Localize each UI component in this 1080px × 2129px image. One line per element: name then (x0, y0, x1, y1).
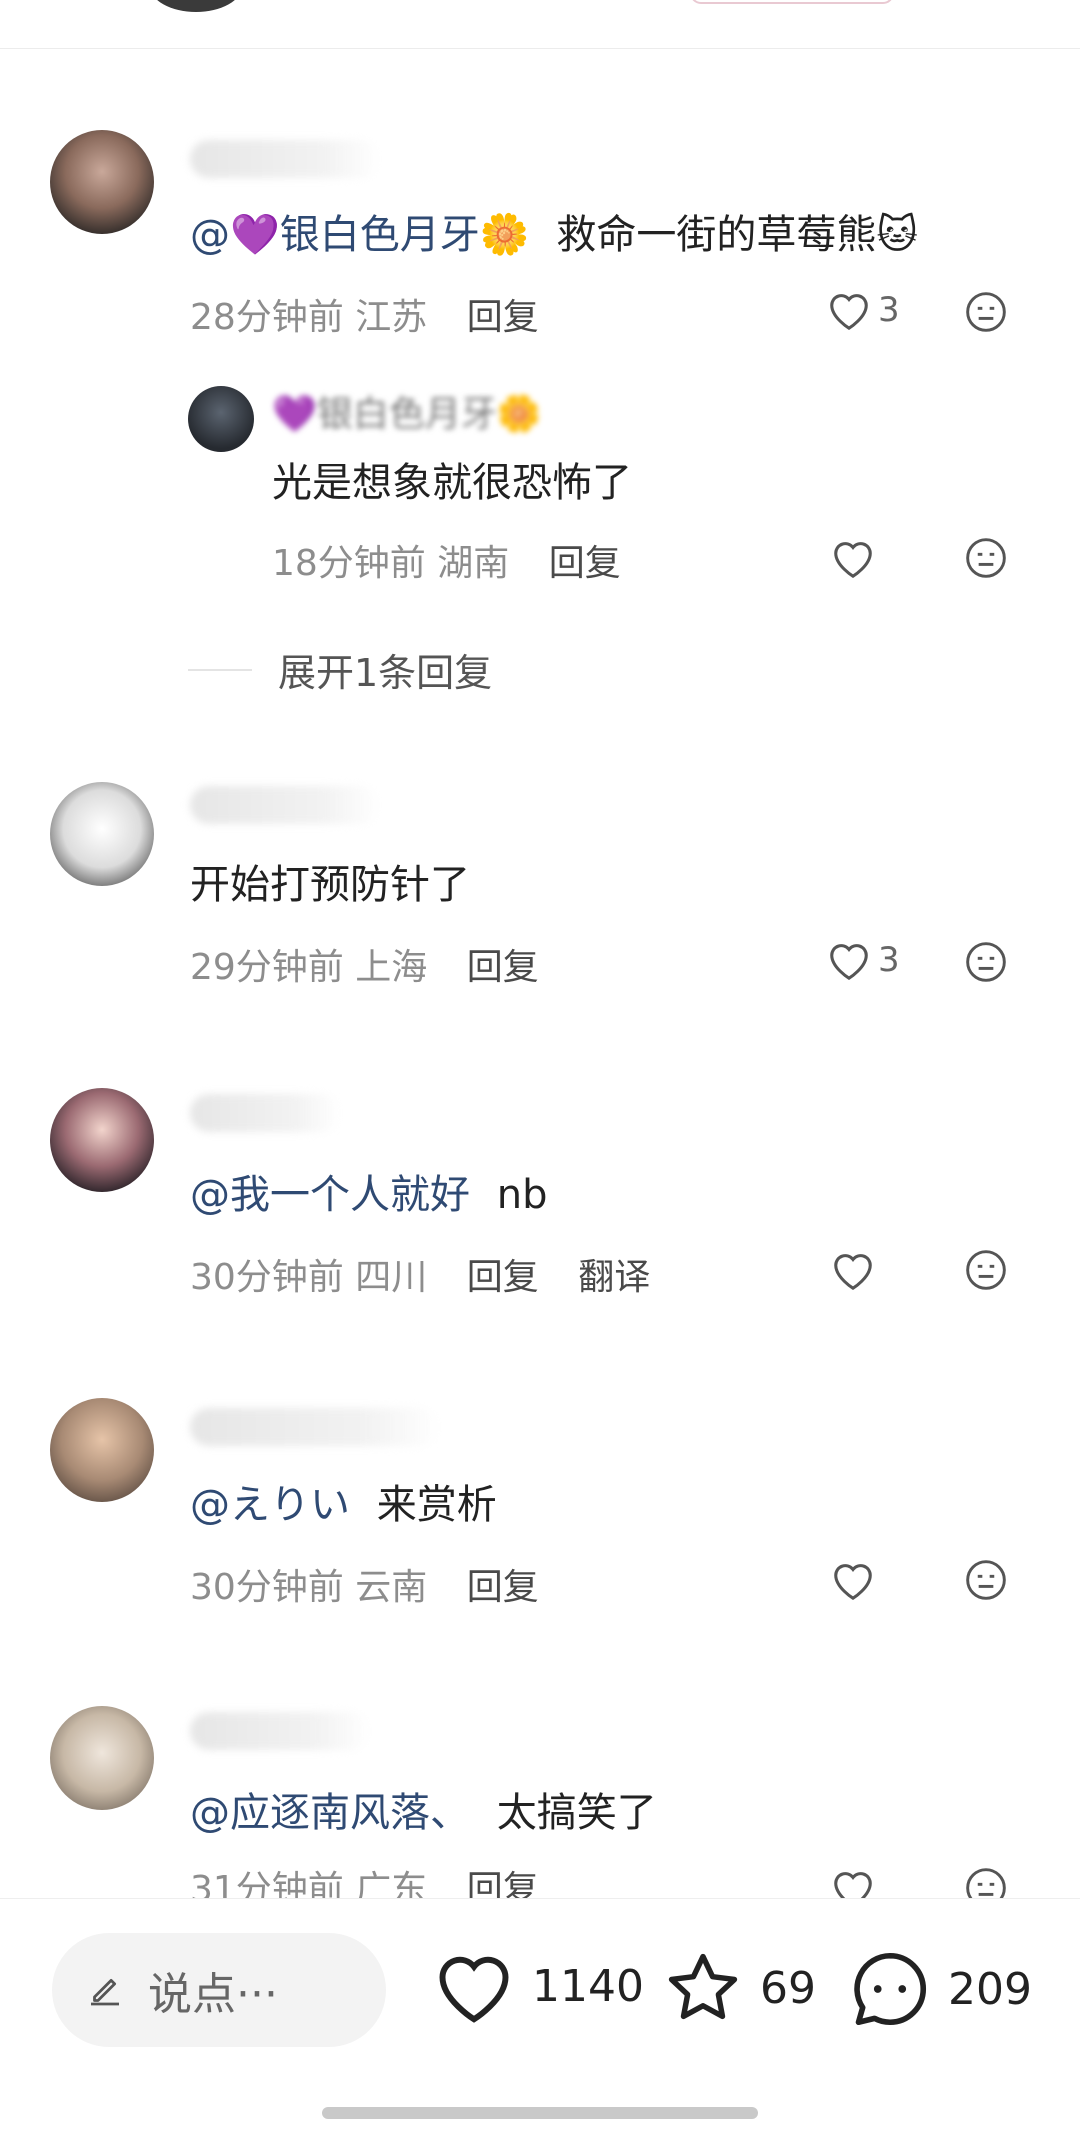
translate-button[interactable]: 翻译 (578, 1257, 650, 1298)
like-button[interactable] (830, 1248, 876, 1292)
avatar[interactable] (50, 1706, 154, 1810)
username-blurred[interactable] (190, 1408, 440, 1446)
reply-to-name-blurred[interactable]: 💜银白色月牙🌼 (272, 390, 542, 440)
comment-time: 28分钟前 (190, 297, 344, 338)
like-count: 3 (878, 940, 900, 980)
reply-button[interactable]: 回复 (467, 1567, 539, 1608)
dislike-button[interactable] (964, 1558, 1008, 1606)
comment-location: 四川 (355, 1257, 428, 1298)
comment-meta: 30分钟前 四川 回复 翻译 (190, 1256, 650, 1300)
comment-text: @我一个人就好 nb (190, 1172, 548, 1218)
comment-text: @えりい 来赏析 (190, 1482, 497, 1528)
comment-location: 上海 (355, 947, 428, 988)
heart-icon (834, 542, 872, 579)
heart-icon (830, 294, 868, 331)
mention-link[interactable]: @えりい (190, 1482, 350, 1528)
avatar[interactable] (188, 386, 254, 452)
username-blurred[interactable] (190, 140, 380, 178)
comment-input-placeholder: 说点··· (148, 1969, 278, 2020)
unhappy-face-icon (966, 538, 1006, 578)
dislike-button[interactable] (964, 1248, 1008, 1296)
avatar[interactable] (50, 1088, 154, 1192)
heart-icon (834, 1254, 872, 1291)
like-button[interactable] (830, 1558, 876, 1602)
post-author-avatar[interactable] (150, 0, 242, 12)
dislike-button[interactable] (964, 290, 1008, 338)
comment-meta: 28分钟前 江苏 回复 (190, 296, 539, 340)
like-button[interactable] (830, 536, 876, 580)
like-button[interactable]: 3 (826, 938, 900, 982)
avatar[interactable] (50, 1398, 154, 1502)
like-count: 3 (878, 290, 900, 330)
comment-time: 30分钟前 (190, 1257, 344, 1298)
comment-meta: 30分钟前 云南 回复 (190, 1566, 539, 1610)
comment-meta: 29分钟前 上海 回复 (190, 946, 539, 990)
star-icon (668, 1953, 738, 2020)
unhappy-face-icon (966, 292, 1006, 332)
dislike-button[interactable] (964, 536, 1008, 584)
follow-button[interactable] (690, 0, 894, 4)
comment-location: 湖南 (437, 543, 510, 584)
comment-time: 30分钟前 (190, 1567, 344, 1608)
reply-button[interactable]: 回复 (467, 1257, 539, 1298)
unhappy-face-icon (966, 942, 1006, 982)
reply-button[interactable]: 回复 (467, 947, 539, 988)
favorite-button[interactable]: 69 (662, 1947, 816, 2029)
divider (188, 668, 252, 671)
comments-button[interactable]: 209 (848, 1947, 1032, 2031)
comment-time: 29分钟前 (190, 947, 344, 988)
pencil-icon (91, 1978, 119, 2006)
username-blurred[interactable] (190, 1712, 370, 1750)
mention-link[interactable]: @应逐南风落、 (190, 1790, 470, 1836)
avatar[interactable] (50, 782, 154, 886)
unhappy-face-icon (966, 1250, 1006, 1290)
heart-icon (830, 944, 868, 981)
like-post-button[interactable]: 1140 (432, 1947, 644, 2025)
comment-location: 云南 (355, 1567, 428, 1608)
home-indicator[interactable] (322, 2107, 758, 2119)
comment-input[interactable]: 说点··· (52, 1933, 386, 2047)
username-blurred[interactable] (190, 1094, 340, 1132)
bottom-action-bar: 说点··· 1140 69 209 (0, 1898, 1080, 2129)
heart-icon (439, 1956, 509, 2023)
favorite-count: 69 (760, 1962, 816, 2014)
comment-text: 光是想象就很恐怖了 (272, 460, 632, 506)
comment-location: 江苏 (355, 297, 428, 338)
comment-meta: 18分钟前 湖南 回复 (272, 542, 621, 586)
expand-replies[interactable]: 展开1条回复 (188, 642, 492, 697)
comment-time: 18分钟前 (272, 543, 426, 584)
comment-text: 开始打预防针了 (190, 862, 470, 908)
heart-icon (834, 1564, 872, 1601)
unhappy-face-icon (966, 1560, 1006, 1600)
mention-link[interactable]: @💜银白色月牙🌼 (190, 212, 530, 258)
comment-text: @💜银白色月牙🌼 救命一街的草莓熊🐱 (190, 212, 919, 258)
like-button[interactable]: 3 (826, 288, 900, 332)
comment-count: 209 (948, 1963, 1032, 2015)
reply-button[interactable]: 回复 (467, 297, 539, 338)
reply-button[interactable]: 回复 (549, 543, 621, 584)
comment-text: @应逐南风落、 太搞笑了 (190, 1790, 657, 1836)
chat-bubble-icon (854, 1952, 927, 2026)
like-count: 1140 (532, 1960, 644, 2012)
dislike-button[interactable] (964, 940, 1008, 988)
username-blurred[interactable] (190, 786, 380, 824)
avatar[interactable] (50, 130, 154, 234)
mention-link[interactable]: @我一个人就好 (190, 1172, 470, 1218)
top-bar (0, 0, 1080, 49)
